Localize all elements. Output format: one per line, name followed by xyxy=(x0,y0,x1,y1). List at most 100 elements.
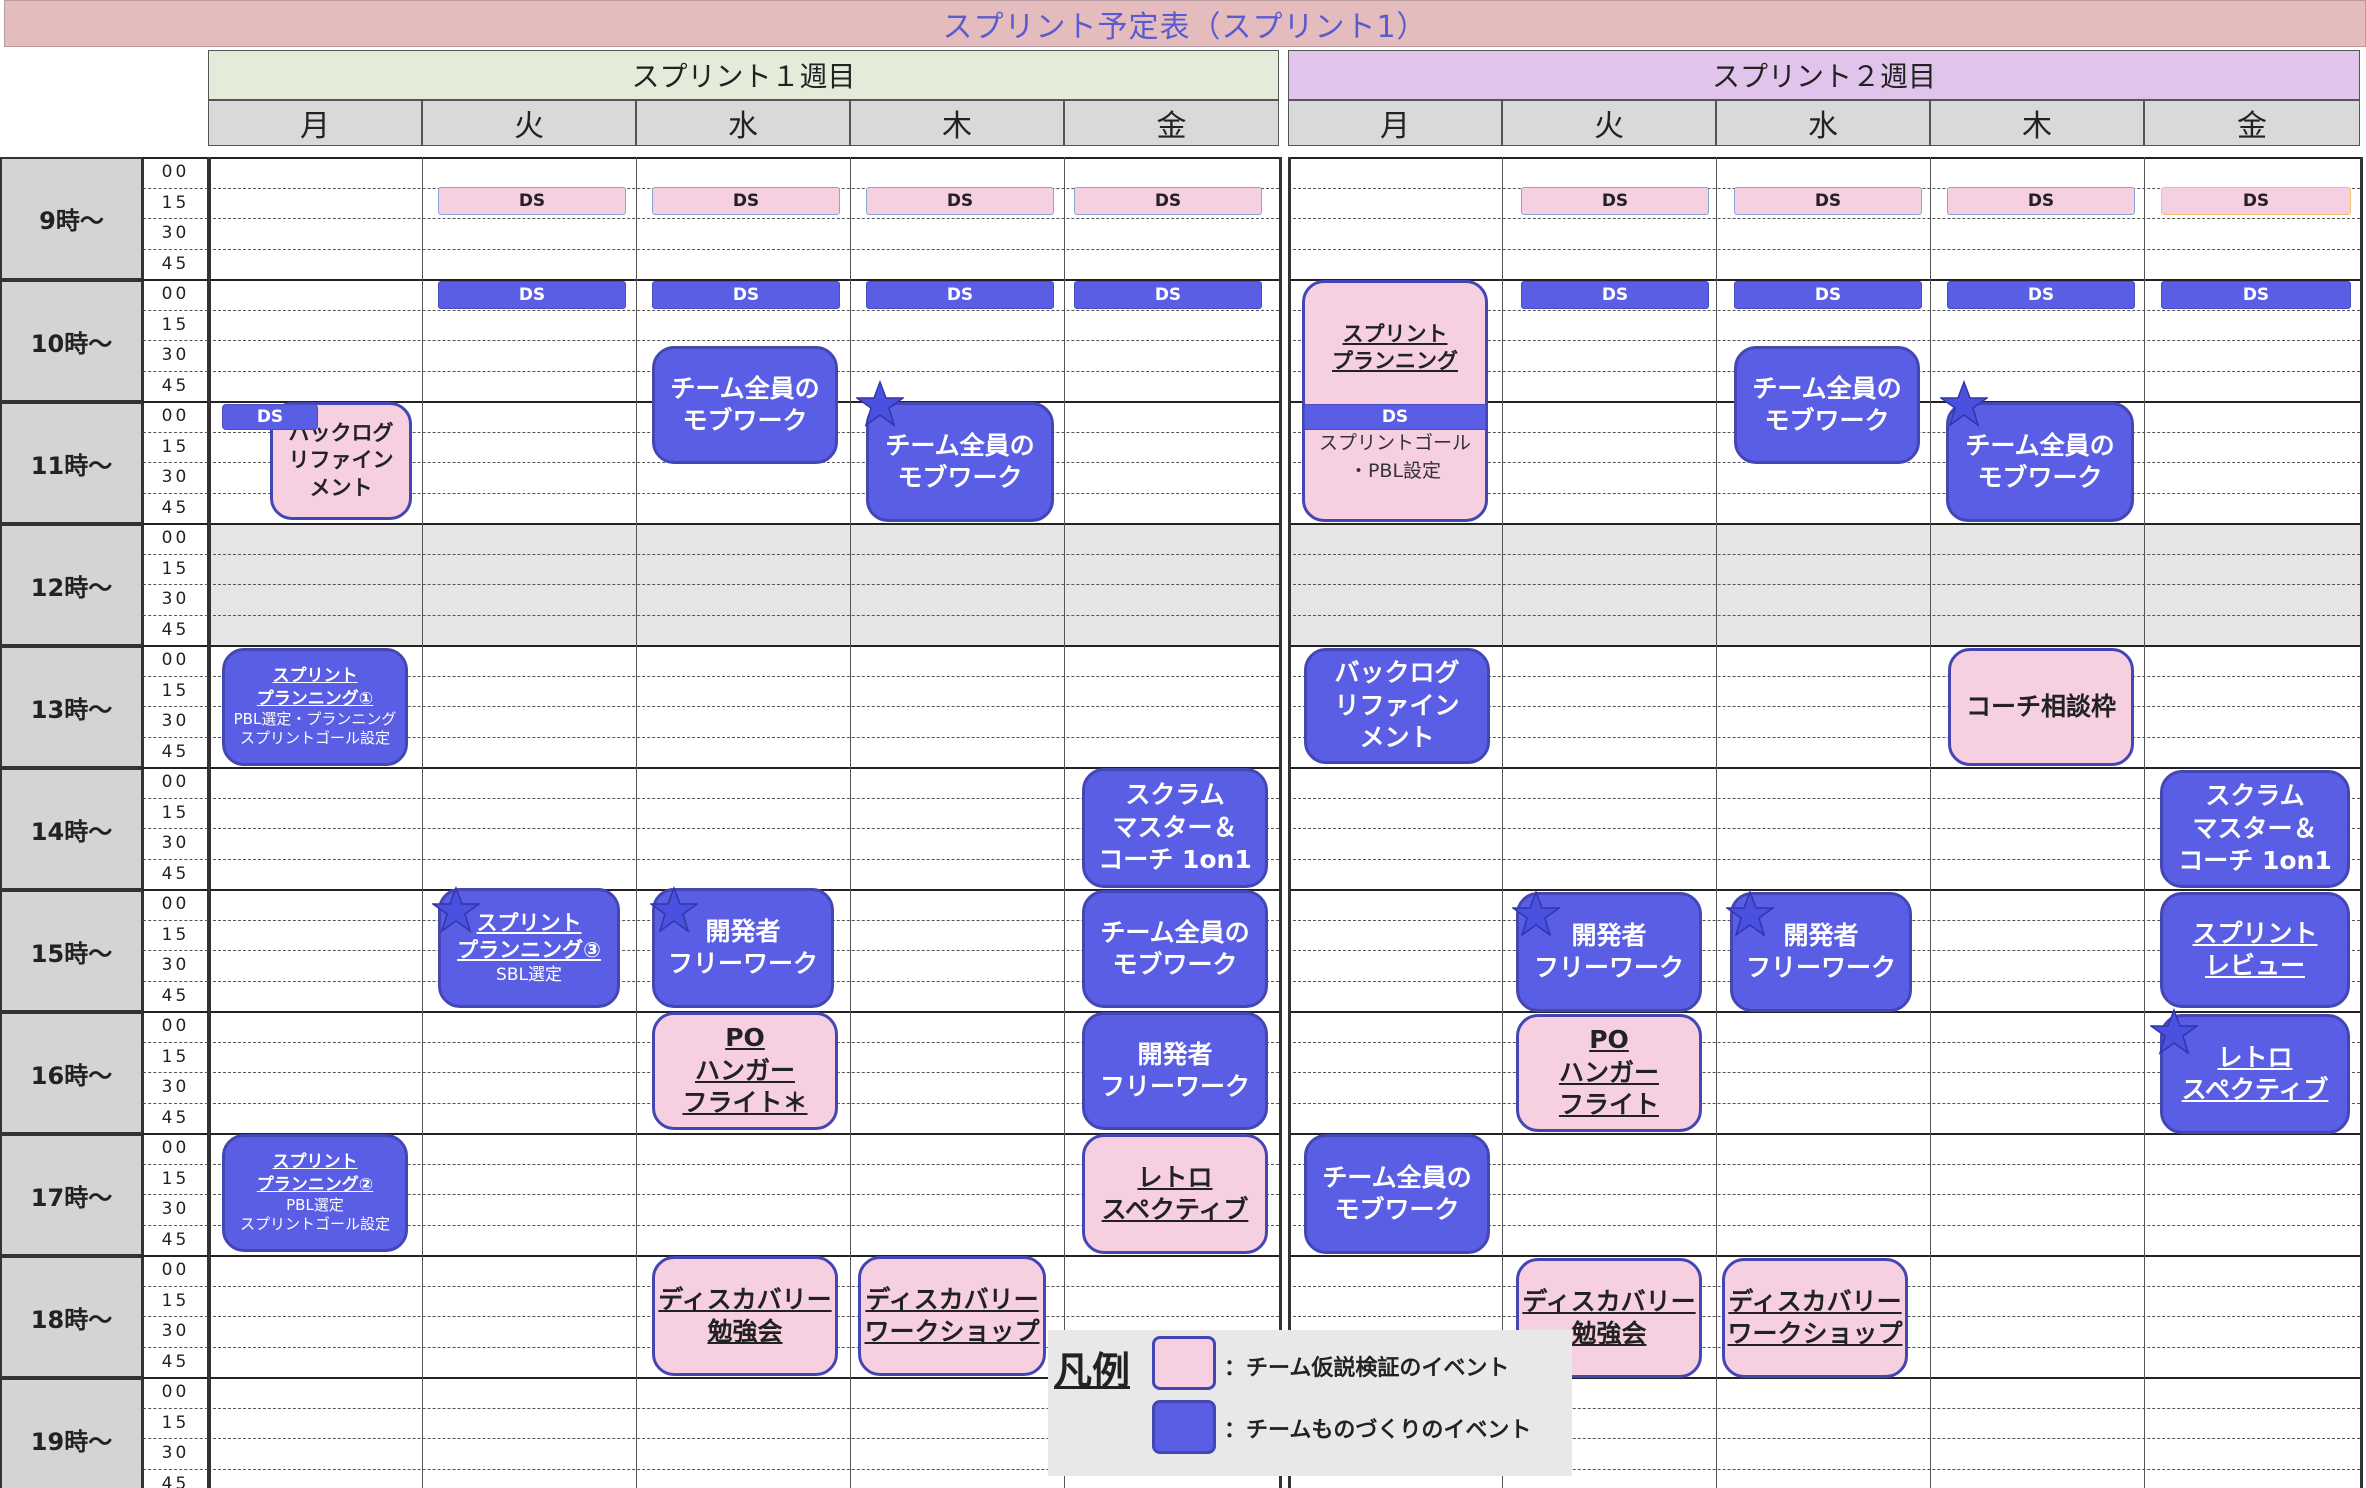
day-column-divider xyxy=(1279,157,1282,1488)
event-w2-wed-mob-work[interactable]: チーム全員の モブワーク xyxy=(1734,346,1920,464)
hour-label-13: 13時〜 xyxy=(0,646,143,768)
day-header-w2-wed: 水 xyxy=(1716,100,1930,146)
event-line: ディスカバリー xyxy=(1522,1286,1696,1316)
event-line: メント xyxy=(309,475,373,500)
hour-label-11: 11時〜 xyxy=(0,402,143,524)
ds-pink-w2-wed[interactable]: DS xyxy=(1734,187,1922,215)
day-column-divider xyxy=(1288,157,1291,1488)
hour-label-12: 12時〜 xyxy=(0,524,143,646)
ds-label: DS xyxy=(1601,191,1629,211)
ds-pink-w1-fri[interactable]: DS xyxy=(1074,187,1262,215)
ds-blue-w1-wed[interactable]: DS xyxy=(652,281,840,309)
event-w1-wed-discovery-study[interactable]: ディスカバリー 勉強会 xyxy=(652,1256,838,1376)
ds-label: DS xyxy=(1814,285,1842,305)
event-w1-mon-sprint-planning-2[interactable]: スプリント プランニング② PBL選定 スプリントゴール設定 xyxy=(222,1134,408,1252)
event-w1-fri-sm-coach-1on1[interactable]: スクラム マスター＆ コーチ 1on1 xyxy=(1082,768,1268,888)
ds-label: DS xyxy=(732,285,760,305)
event-line: チーム全員の xyxy=(1100,917,1250,947)
ds-label: DS xyxy=(518,191,546,211)
minute-label: 45 xyxy=(143,858,208,889)
minute-gridline xyxy=(143,736,208,738)
event-w2-mon-mob-work[interactable]: チーム全員の モブワーク xyxy=(1304,1134,1490,1254)
day-header-w1-mon: 月 xyxy=(208,100,422,146)
event-title: プランニング② xyxy=(256,1174,374,1195)
ds-blue-w1-mon[interactable]: DS xyxy=(222,404,318,430)
ds-label: DS xyxy=(1814,191,1842,211)
event-w1-fri-retrospective[interactable]: レトロ スペクティブ xyxy=(1082,1134,1268,1254)
minute-label: 15 xyxy=(143,1285,208,1316)
event-line: バックログ xyxy=(1334,658,1460,688)
minute-label: 00 xyxy=(143,767,208,798)
ds-blue-w2-fri[interactable]: DS xyxy=(2161,281,2351,309)
ds-pink-w1-thu[interactable]: DS xyxy=(866,187,1054,215)
minute-gridline xyxy=(143,767,208,769)
event-line: モブワーク xyxy=(1764,406,1890,435)
event-w1-mon-sprint-planning-1[interactable]: スプリント プランニング① PBL選定・プランニング スプリントゴール設定 xyxy=(222,648,408,766)
ds-pink-w1-tue[interactable]: DS xyxy=(438,187,626,215)
event-line: スクラム xyxy=(1125,780,1225,810)
ds-blue-w1-tue[interactable]: DS xyxy=(438,281,626,309)
day-column-divider xyxy=(2360,157,2363,1488)
minute-gridline xyxy=(143,401,208,403)
event-w1-fri-dev-free-work[interactable]: 開発者 フリーワーク xyxy=(1082,1012,1268,1130)
minute-gridline xyxy=(143,279,208,281)
ds-label: DS xyxy=(946,285,974,305)
event-line: 開発者 xyxy=(1137,1039,1213,1069)
ds-blue-w2-wed[interactable]: DS xyxy=(1734,281,1922,309)
ds-blue-w1-thu[interactable]: DS xyxy=(866,281,1054,309)
event-w1-wed-po-hunger-flight[interactable]: PO ハンガー フライト＊ xyxy=(652,1012,838,1130)
minute-label: 00 xyxy=(143,1255,208,1286)
quarter-gridline xyxy=(208,553,1279,555)
event-subtitle: PBL選定・プランニング xyxy=(233,709,397,728)
ds-pink-w2-tue[interactable]: DS xyxy=(1521,187,1709,215)
event-w2-tue-po-hunger-flight[interactable]: PO ハンガー フライト xyxy=(1516,1014,1702,1132)
minute-label: 15 xyxy=(143,675,208,706)
event-line: モブワーク xyxy=(682,406,808,435)
event-line: スプリント xyxy=(2192,918,2318,948)
event-line: レトロ xyxy=(2217,1042,2293,1072)
minute-label: 45 xyxy=(143,736,208,767)
event-line: モブワーク xyxy=(1977,463,2103,492)
event-w2-wed-discovery-workshop[interactable]: ディスカバリー ワークショップ xyxy=(1722,1258,1908,1378)
event-w1-fri-mob-work[interactable]: チーム全員の モブワーク xyxy=(1082,890,1268,1008)
minute-gridline xyxy=(143,950,208,951)
event-w2-mon-sprint-planning[interactable]: スプリント プランニング xyxy=(1302,280,1488,522)
ds-blue-w1-fri[interactable]: DS xyxy=(1074,281,1262,309)
minute-gridline xyxy=(143,340,208,341)
event-line: ワークショップ xyxy=(864,1317,1040,1346)
ds-blue-w2-mon[interactable]: DS xyxy=(1304,404,1486,430)
ds-blue-w2-thu[interactable]: DS xyxy=(1947,281,2135,309)
event-line: ハンガー xyxy=(694,1055,795,1085)
event-line: 開発者 xyxy=(705,916,781,946)
ds-pink-w1-wed[interactable]: DS xyxy=(652,187,840,215)
event-w1-thu-discovery-workshop[interactable]: ディスカバリー ワークショップ xyxy=(858,1256,1046,1376)
event-w2-fri-sprint-review[interactable]: スプリント レビュー xyxy=(2160,892,2350,1008)
event-subtitle: ・PBL設定 xyxy=(1348,459,1442,482)
event-line: マスター＆ xyxy=(2192,813,2318,843)
minute-gridline xyxy=(143,157,208,159)
minute-label: 00 xyxy=(143,401,208,432)
event-w2-mon-backlog[interactable]: バックログ リファイン メント xyxy=(1304,648,1490,764)
minute-gridline xyxy=(143,523,208,525)
ds-pink-w2-thu[interactable]: DS xyxy=(1947,187,2135,215)
minute-label: 30 xyxy=(143,1072,208,1103)
ds-blue-w2-tue[interactable]: DS xyxy=(1521,281,1709,309)
ds-label: DS xyxy=(2242,285,2270,305)
legend-blue-label: ：チームものづくりのイベント xyxy=(1224,1418,1532,1443)
event-line: フリーワーク xyxy=(1099,1072,1250,1101)
day-header-w1-wed: 水 xyxy=(636,100,850,146)
minute-label: 30 xyxy=(143,462,208,493)
minute-gridline xyxy=(143,309,208,311)
event-w1-wed-mob-work[interactable]: チーム全員の モブワーク xyxy=(652,346,838,464)
event-w2-thu-coach-consultation[interactable]: コーチ相談枠 xyxy=(1948,648,2134,766)
ds-pink-w2-fri[interactable]: DS xyxy=(2161,187,2351,215)
minute-gridline xyxy=(143,1072,208,1073)
minute-label: 45 xyxy=(143,1102,208,1133)
minute-gridline xyxy=(143,1102,208,1104)
minute-gridline xyxy=(143,462,208,463)
minute-gridline xyxy=(143,1041,208,1043)
minute-label: 15 xyxy=(143,1163,208,1194)
event-w2-fri-sm-coach-1on1[interactable]: スクラム マスター＆ コーチ 1on1 xyxy=(2160,770,2350,888)
event-title: プランニング xyxy=(1332,349,1458,374)
event-title: スプリント xyxy=(272,1152,358,1173)
